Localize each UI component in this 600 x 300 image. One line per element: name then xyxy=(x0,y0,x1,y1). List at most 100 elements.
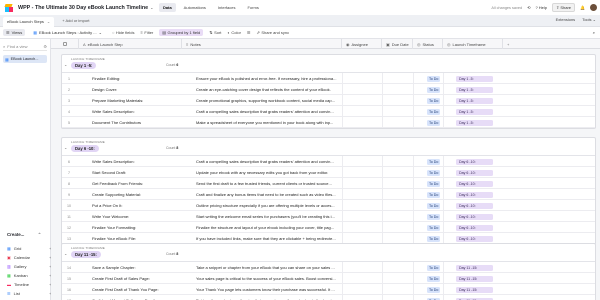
notes-cell[interactable]: Ensure your eBook is polished and error-… xyxy=(193,73,343,84)
column-header-status[interactable]: ◎ Status xyxy=(413,39,443,49)
launch-timeframe-cell[interactable]: Day 1 -5: xyxy=(453,95,493,106)
row-height-button[interactable]: ☰ xyxy=(247,30,251,35)
create-section-header[interactable]: Create... ⌃ xyxy=(7,232,41,238)
nav-forms[interactable]: Forms xyxy=(243,3,262,12)
notes-cell[interactable]: Update your ebook with any necessary edi… xyxy=(193,167,343,178)
settings-icon[interactable]: ⚙ xyxy=(43,44,47,49)
group-header[interactable]: ⌄ LAUNCH TIMEFRAME Day 1 -5: Count 6 xyxy=(62,55,595,73)
sort-button[interactable]: ⇅ Sort xyxy=(209,30,221,35)
status-cell[interactable]: To Do xyxy=(424,73,454,84)
filter-button[interactable]: ≡ Filter xyxy=(141,30,154,35)
sidebar-view-ebook-launch[interactable]: ▦ EBook Launch... xyxy=(3,55,47,63)
step-cell[interactable]: Create First Draft of Sales Page: xyxy=(90,273,188,284)
notes-cell[interactable]: Finalize the structure and layout of you… xyxy=(193,222,343,233)
help-button[interactable]: ? Help xyxy=(536,5,547,10)
table-row[interactable]: 4 Write Sales Description: Craft a compell… xyxy=(62,106,595,117)
status-cell[interactable]: To Do xyxy=(424,178,454,189)
notes-cell[interactable]: Start writing the welcome email series f… xyxy=(193,211,343,222)
table-row[interactable]: 10 Put a Price On It: Outline pricing stru… xyxy=(62,200,595,211)
column-header-due-date[interactable]: ▣ Due Date xyxy=(382,39,413,49)
notes-cell[interactable]: Craft a compelling sales description tha… xyxy=(193,106,343,117)
avatar[interactable] xyxy=(590,4,597,11)
launch-timeframe-cell[interactable]: Day 6 -10: xyxy=(453,178,493,189)
table-row[interactable]: 17 Craft Lead Magnet Follow-up Emails: Put… xyxy=(62,295,595,300)
tools-button[interactable]: Tools ⌄ xyxy=(582,17,596,22)
notes-cell[interactable]: Craft a compelling sales description tha… xyxy=(193,156,343,167)
step-cell[interactable]: Put a Price On It: xyxy=(90,200,188,211)
step-cell[interactable]: Create First Draft of Thank You Page: xyxy=(90,284,188,295)
notes-cell[interactable]: Send the first draft to a few trusted fr… xyxy=(193,178,343,189)
table-row[interactable]: 2 Design Cover: Create an eye-catching cov… xyxy=(62,84,595,95)
step-cell[interactable]: Document The Contributors xyxy=(90,117,188,128)
notes-cell[interactable]: Take a snippet or chapter from your eBoo… xyxy=(193,262,343,273)
base-title[interactable]: WPP - The Ultimate 30 Day eBook Launch T… xyxy=(18,5,148,11)
column-header-step[interactable]: AeBook Launch Step xyxy=(79,39,182,49)
create-timeline[interactable]: ▬Timeline+ xyxy=(7,280,51,289)
launch-timeframe-cell[interactable]: Day 11 -15: xyxy=(453,273,493,284)
status-cell[interactable]: To Do xyxy=(424,295,454,300)
step-cell[interactable]: Write Sales Description: xyxy=(90,156,188,167)
notes-cell[interactable]: Make a spreadsheet of everyone you menti… xyxy=(193,117,343,128)
chevron-down-icon[interactable]: ⌄ xyxy=(64,251,67,256)
status-cell[interactable]: To Do xyxy=(424,284,454,295)
launch-timeframe-cell[interactable]: Day 11 -15: xyxy=(453,284,493,295)
table-row[interactable]: 7 Start Second Draft: Update your ebook wi… xyxy=(62,167,595,178)
step-cell[interactable]: Start Second Draft: xyxy=(90,167,188,178)
notes-cell[interactable]: Your sales page is critical to the succe… xyxy=(193,273,343,284)
create-list[interactable]: ☰List+ xyxy=(7,289,51,298)
status-cell[interactable]: To Do xyxy=(424,95,454,106)
table-row[interactable]: 8 Get Feedback From Friends: Send the firs… xyxy=(62,178,595,189)
notes-cell[interactable]: Create promotional graphics, supporting … xyxy=(193,95,343,106)
table-row[interactable]: 16 Create First Draft of Thank You Page: Y… xyxy=(62,284,595,295)
table-row[interactable]: 14 Save a Sample Chapter: Take a snippet o… xyxy=(62,262,595,273)
step-cell[interactable]: Craft Lead Magnet Follow-up Emails: xyxy=(90,295,188,300)
step-cell[interactable]: Finalize Your Formatting: xyxy=(90,222,188,233)
table-row[interactable]: 3 Prepare Marketing Materials: Create prom… xyxy=(62,95,595,106)
launch-timeframe-cell[interactable]: Day 6 -10: xyxy=(453,156,493,167)
create-calendar[interactable]: ▣Calendar+ xyxy=(7,253,51,262)
launch-timeframe-cell[interactable]: Day 1 -5: xyxy=(453,84,493,95)
chevron-down-icon[interactable]: ⌄ xyxy=(64,145,67,150)
table-row[interactable]: 12 Finalize Your Formatting: Finalize the … xyxy=(62,222,595,233)
launch-timeframe-cell[interactable]: Day 1 -5: xyxy=(453,117,493,128)
nav-interfaces[interactable]: Interfaces xyxy=(214,3,240,12)
share-sync-button[interactable]: ⇗ Share and sync xyxy=(257,30,290,35)
column-header-assignee[interactable]: ◉ Assignee xyxy=(342,39,382,49)
launch-timeframe-cell[interactable]: Day 6 -10: xyxy=(453,189,493,200)
notes-cell[interactable]: Your Thank You page lets customers know … xyxy=(193,284,343,295)
launch-timeframe-cell[interactable]: Day 6 -10: xyxy=(453,200,493,211)
app-logo[interactable] xyxy=(4,3,14,13)
create-gallery[interactable]: ▥Gallery+ xyxy=(7,262,51,271)
create-kanban[interactable]: ▦Kanban+ xyxy=(7,271,51,280)
status-cell[interactable]: To Do xyxy=(424,211,454,222)
group-header[interactable]: ⌄ LAUNCH TIMEFRAME Day 11 -15: Count 8 xyxy=(62,244,595,262)
status-cell[interactable]: To Do xyxy=(424,167,454,178)
notifications-icon[interactable]: 🔔 xyxy=(580,5,585,10)
notes-cell[interactable]: Craft and finalize any bonus items that … xyxy=(193,189,343,200)
extensions-button[interactable]: Extensions xyxy=(556,17,576,22)
launch-timeframe-cell[interactable]: Day 6 -10: xyxy=(453,222,493,233)
add-field-button[interactable]: + xyxy=(503,39,517,49)
chevron-down-icon[interactable]: ⌄ xyxy=(47,19,50,24)
status-cell[interactable]: To Do xyxy=(424,200,454,211)
group-header[interactable]: ⌄ LAUNCH TIMEFRAME Day 6 -10: Count 8 xyxy=(62,138,595,156)
launch-timeframe-cell[interactable]: Day 6 -10: xyxy=(453,211,493,222)
tab-ebook-launch-steps[interactable]: eBook Launch Steps ⌄ xyxy=(3,16,55,27)
group-button[interactable]: ▤ Grouped by 1 field xyxy=(159,29,204,36)
step-cell[interactable]: Create Supporting Material: xyxy=(90,189,188,200)
launch-timeframe-cell[interactable]: Day 11 -15: xyxy=(453,295,493,300)
notes-cell[interactable]: Put together a short email series that c… xyxy=(193,295,343,300)
column-header-notes[interactable]: ≡ Notes xyxy=(182,39,342,49)
step-cell[interactable]: Write Sales Description: xyxy=(90,106,188,117)
chevron-down-icon[interactable]: ⌄ xyxy=(150,5,153,10)
table-row[interactable]: 5 Document The Contributors Make a spreads… xyxy=(62,117,595,128)
launch-timeframe-cell[interactable]: Day 1 -5: xyxy=(453,73,493,84)
status-cell[interactable]: To Do xyxy=(424,106,454,117)
launch-timeframe-cell[interactable]: Day 11 -15: xyxy=(453,262,493,273)
select-all-checkbox[interactable] xyxy=(51,39,79,49)
table-row[interactable]: 11 Write Your Welcome: Start writing the w… xyxy=(62,211,595,222)
status-cell[interactable]: To Do xyxy=(424,222,454,233)
nav-data[interactable]: Data xyxy=(159,3,176,12)
table-row[interactable]: 1 Finalize Editing: Ensure your eBook is p… xyxy=(62,73,595,84)
nav-automations[interactable]: Automations xyxy=(180,3,210,12)
